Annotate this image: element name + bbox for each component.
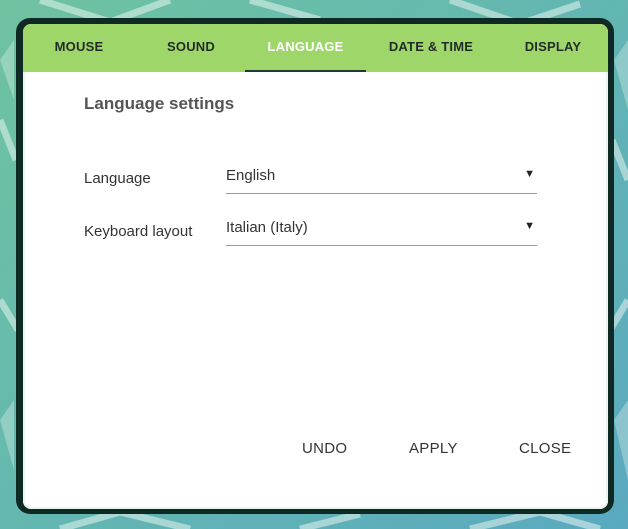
close-button[interactable]: CLOSE [519, 440, 571, 457]
keyboard-layout-select[interactable]: Italian (Italy) ▼ [226, 219, 537, 246]
tab-date-time[interactable]: DATE & TIME [381, 24, 481, 72]
dropdown-arrow-icon: ▼ [524, 220, 535, 232]
tab-sound[interactable]: SOUND [145, 24, 237, 72]
settings-dialog: MOUSE SOUND LANGUAGE DATE & TIME DISPLAY… [23, 24, 608, 509]
keyboard-layout-label: Keyboard layout [84, 223, 193, 240]
tab-bar: MOUSE SOUND LANGUAGE DATE & TIME DISPLAY [23, 24, 608, 72]
language-select[interactable]: English ▼ [226, 167, 537, 194]
dropdown-arrow-icon: ▼ [524, 168, 535, 180]
tab-mouse[interactable]: MOUSE [33, 24, 125, 72]
section-title: Language settings [84, 94, 235, 113]
language-select-value: English [226, 167, 276, 184]
tab-display[interactable]: DISPLAY [509, 24, 597, 72]
undo-button[interactable]: UNDO [302, 440, 347, 457]
language-label: Language [84, 170, 151, 187]
tab-language[interactable]: LANGUAGE [245, 24, 366, 72]
apply-button[interactable]: APPLY [409, 440, 458, 457]
keyboard-layout-select-value: Italian (Italy) [226, 219, 308, 236]
